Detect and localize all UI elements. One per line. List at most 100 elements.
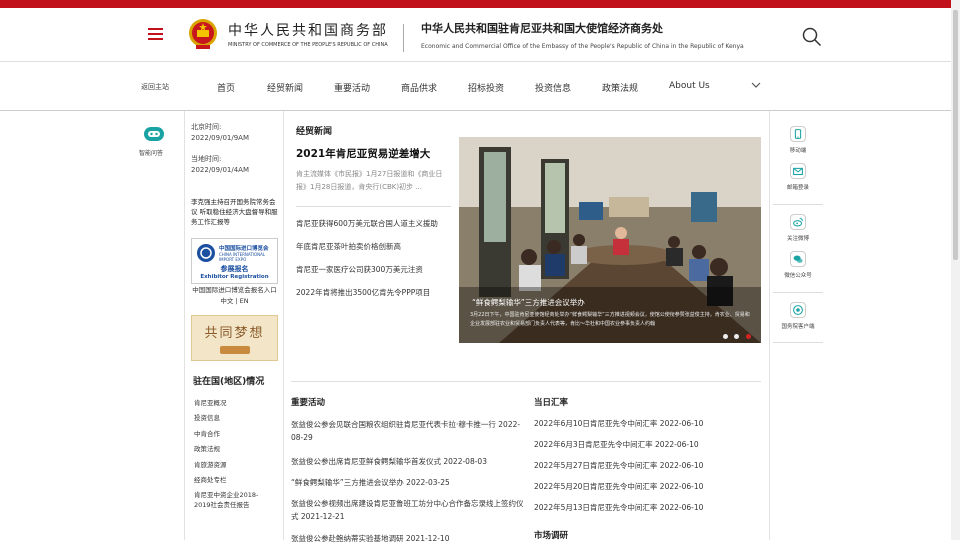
- office-name: 中华人民共和国驻肯尼亚共和国大使馆经济商务处: [421, 22, 663, 35]
- slider-description: 3月22日下午，中国驻肯尼亚使馆经商处举办“鲜食鳄梨输华”三方推进视频会议，使馆…: [470, 312, 750, 327]
- smart-qa-label[interactable]: 智能问答: [139, 148, 163, 157]
- right-divider: [773, 342, 823, 343]
- nav-tender[interactable]: 招标投资: [468, 81, 504, 94]
- news-item[interactable]: 年底肯尼亚茶叶拍卖价格创新高: [296, 241, 401, 252]
- activity-item[interactable]: 张益俊公参出席肯尼亚鲜食鳄梨输华首发仪式 2022-08-03: [291, 455, 527, 468]
- activity-item[interactable]: 张益俊公参视频出席建设肯尼亚鲁班工坊分中心合作备忘录线上签约仪式 2021-12…: [291, 497, 527, 523]
- beijing-time-value: 2022/09/01/9AM: [191, 134, 249, 142]
- country-info-title: 驻在国(地区)情况: [193, 377, 265, 387]
- header-divider: [403, 24, 404, 52]
- rate-item[interactable]: 2022年6月3日肯尼亚先令中间汇率 2022-06-10: [534, 439, 699, 450]
- search-icon[interactable]: [802, 27, 822, 47]
- wechat-label[interactable]: 微信公众号: [773, 271, 823, 279]
- nav-activities[interactable]: 重要活动: [334, 81, 370, 94]
- rate-text: 2022年5月13日肯尼亚先令中间汇率: [534, 503, 658, 512]
- activity-text: 张益俊公参会见联合国粮农组织驻肯尼亚代表卡拉·穆卡推一行: [291, 420, 496, 429]
- national-emblem-icon: [189, 19, 217, 49]
- news-item[interactable]: 2022年肯将推出3500亿肯先令PPP项目: [296, 287, 430, 298]
- nav-trade-news[interactable]: 经贸新闻: [267, 81, 303, 94]
- slider-dot[interactable]: [723, 334, 728, 339]
- trade-news-title[interactable]: 经贸新闻: [296, 124, 332, 137]
- chat-bot-icon[interactable]: [143, 126, 165, 142]
- country-item[interactable]: 肯尼亚概况: [194, 398, 274, 408]
- slider-dot-active[interactable]: [746, 334, 751, 339]
- country-item[interactable]: 政策法规: [194, 444, 274, 454]
- activity-item[interactable]: 张益俊公参赴鲍纳蒂实验基地调研 2021-12-10: [291, 532, 527, 545]
- rate-date: 2022-06-10: [659, 461, 704, 470]
- column-divider: [769, 111, 770, 540]
- activity-text: “鲜食鳄梨输华”三方推进会议举办: [291, 478, 404, 487]
- country-item[interactable]: 肯尼亚中资企业2018-2019社会责任报告: [194, 490, 274, 510]
- top-accent-bar: [0, 0, 960, 8]
- ciie-entry-link[interactable]: 中国国际进口博览会报名入口 中文 | EN: [191, 285, 278, 307]
- weibo-icon[interactable]: [790, 214, 806, 230]
- local-time-value: 2022/09/01/4AM: [191, 166, 249, 174]
- beijing-time-label: 北京时间:: [191, 123, 222, 131]
- ministry-logo[interactable]: 中华人民共和国商务部 MINISTRY OF COMMERCE OF THE P…: [228, 20, 388, 48]
- site-header: 中华人民共和国商务部 MINISTRY OF COMMERCE OF THE P…: [0, 8, 960, 62]
- activity-text: 张益俊公参赴鲍纳蒂实验基地调研: [291, 534, 404, 543]
- activity-item[interactable]: 张益俊公参会见联合国粮农组织驻肯尼亚代表卡拉·穆卡推一行 2022-08-29: [291, 418, 527, 444]
- news-headline[interactable]: 2021年肯尼亚贸易逆差增大: [296, 146, 430, 161]
- news-item[interactable]: 肯尼亚获得600万美元联合国人道主义援助: [296, 218, 438, 229]
- page-scrollbar[interactable]: [951, 0, 960, 540]
- ciie-name: 中国国际进口博览会: [219, 246, 269, 252]
- rate-text: 2022年6月10日肯尼亚先令中间汇率: [534, 419, 658, 428]
- country-item[interactable]: 经商处专栏: [194, 475, 274, 485]
- scrollbar-thumb[interactable]: [953, 10, 958, 260]
- column-divider: [184, 111, 185, 540]
- activity-date: 2021-12-21: [300, 512, 345, 521]
- menu-icon[interactable]: [148, 28, 163, 40]
- mobile-icon[interactable]: [790, 126, 806, 142]
- banner-ornament: [220, 346, 250, 354]
- ministry-name: 中华人民共和国商务部: [228, 23, 388, 39]
- rate-date: 2022-06-10: [659, 482, 704, 491]
- weibo-label[interactable]: 关注微博: [773, 234, 823, 242]
- country-item[interactable]: 中肯合作: [194, 429, 274, 439]
- nav-supply-demand[interactable]: 商品供求: [401, 81, 437, 94]
- activity-date: 2022-08-03: [443, 457, 487, 466]
- mail-icon[interactable]: [790, 163, 806, 179]
- ciie-register: 参展报名: [220, 265, 249, 273]
- ministry-name-en: MINISTRY OF COMMERCE OF THE PEOPLE'S REP…: [228, 42, 388, 48]
- right-divider: [773, 292, 823, 293]
- ciie-name-en: CHINA INTERNATIONAL IMPORT EXPO: [219, 252, 266, 262]
- ciie-logo-icon: [197, 244, 215, 262]
- rate-date: 2022-06-10: [659, 419, 704, 428]
- slider-caption[interactable]: “鲜食鳄梨输华”三方推进会议举办: [472, 297, 585, 308]
- ciie-register-en: Exhibitor Registration: [200, 274, 269, 280]
- mobile-label[interactable]: 移动端: [773, 146, 823, 154]
- rate-text: 2022年6月3日肯尼亚先令中间汇率: [534, 440, 653, 449]
- nav-about-us[interactable]: About Us: [669, 81, 710, 91]
- office-title: 中华人民共和国驻肯尼亚共和国大使馆经济商务处 Economic and Comm…: [421, 20, 744, 50]
- common-dream-banner[interactable]: 共同梦想: [191, 315, 278, 361]
- rate-item[interactable]: 2022年5月27日肯尼亚先令中间汇率 2022-06-10: [534, 460, 703, 471]
- ciie-banner[interactable]: 中国国际进口博览会 CHINA INTERNATIONAL IMPORT EXP…: [191, 238, 278, 284]
- office-name-en: Economic and Commercial Office of the Em…: [421, 43, 744, 50]
- state-council-app-icon[interactable]: [790, 302, 806, 318]
- nav-investment-info[interactable]: 投资信息: [535, 81, 571, 94]
- right-divider: [773, 204, 823, 205]
- rate-date: 2022-06-10: [659, 503, 704, 512]
- market-research-title[interactable]: 市场调研: [534, 529, 568, 541]
- rate-item[interactable]: 2022年6月10日肯尼亚先令中间汇率 2022-06-10: [534, 418, 703, 429]
- rate-item[interactable]: 2022年5月13日肯尼亚先令中间汇率 2022-06-10: [534, 502, 703, 513]
- nav-home[interactable]: 首页: [217, 81, 235, 94]
- activities-title[interactable]: 重要活动: [291, 396, 325, 408]
- exchange-rate-title[interactable]: 当日汇率: [534, 396, 568, 408]
- back-to-main-link[interactable]: 返回主站: [141, 82, 169, 92]
- common-dream-title: 共同梦想: [204, 326, 265, 341]
- country-item[interactable]: 投资信息: [194, 413, 274, 423]
- state-council-app-label[interactable]: 国务院客户端: [773, 322, 823, 330]
- rate-item[interactable]: 2022年5月20日肯尼亚先令中间汇率 2022-06-10: [534, 481, 703, 492]
- news-item[interactable]: 肯尼亚一家医疗公司获300万美元注资: [296, 264, 423, 275]
- nav-policy[interactable]: 政策法规: [602, 81, 638, 94]
- mail-login-label[interactable]: 邮箱登录: [773, 183, 823, 191]
- activity-item[interactable]: “鲜食鳄梨输华”三方推进会议举办 2022-03-25: [291, 476, 527, 489]
- wechat-icon[interactable]: [790, 251, 806, 267]
- column-divider: [283, 111, 284, 540]
- country-item[interactable]: 肯旅游资源: [194, 460, 274, 470]
- state-council-news-link[interactable]: 李克强主持召开国务院常务会议 听取稳住经济大盘督导和服务工作汇报等: [191, 197, 281, 227]
- slider-dot[interactable]: [734, 334, 739, 339]
- chevron-down-icon[interactable]: [750, 79, 762, 91]
